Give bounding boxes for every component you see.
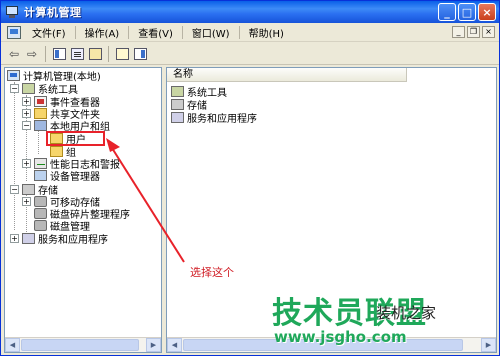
column-header-name[interactable]: 名称 (167, 68, 407, 82)
disk-management-icon (34, 220, 47, 231)
help-icon (115, 47, 129, 60)
removable-storage-icon (34, 196, 47, 207)
mdi-minimize-button[interactable]: _ (452, 26, 465, 38)
collapse-toggle[interactable]: − (22, 121, 31, 130)
computer-icon (7, 70, 20, 81)
expand-toggle[interactable]: + (22, 109, 31, 118)
menu-view[interactable]: 查看(V) (131, 25, 180, 40)
menu-window[interactable]: 窗口(W) (185, 25, 237, 40)
storage-icon (171, 99, 184, 110)
forward-arrow-icon[interactable]: ⇨ (23, 45, 41, 63)
menu-bar: 文件(F) 操作(A) 查看(V) 窗口(W) 帮助(H) _ ❐ × (1, 23, 499, 42)
mdi-restore-button[interactable]: ❐ (467, 26, 480, 38)
help-button[interactable] (113, 45, 131, 63)
mmc-icon[interactable] (7, 25, 21, 39)
watermark-subtitle: 装机之家 (376, 304, 437, 322)
scroll-left-icon[interactable]: ◀ (5, 338, 20, 352)
expand-toggle[interactable]: + (22, 97, 31, 106)
watermark: 技术员联盟 装机之家 www.jsgho.com (272, 288, 498, 352)
horizontal-scrollbar[interactable]: ◀ ▶ (5, 337, 161, 352)
menu-action[interactable]: 操作(A) (78, 25, 127, 40)
action-pane-icon (133, 47, 147, 60)
shared-folder-icon (34, 108, 47, 119)
show-tree-button[interactable] (50, 45, 68, 63)
highlight-box (46, 131, 105, 146)
menu-help[interactable]: 帮助(H) (242, 25, 291, 40)
expand-toggle[interactable]: + (10, 234, 19, 243)
tree-label: 设备管理器 (50, 172, 100, 183)
mdi-close-button[interactable]: × (482, 26, 495, 38)
tree-item-services-apps[interactable]: + 服务和应用程序 (10, 232, 108, 246)
menu-file[interactable]: 文件(F) (25, 25, 73, 40)
defrag-icon (34, 208, 47, 219)
window-title: 计算机管理 (24, 6, 82, 19)
collapse-toggle[interactable]: − (10, 84, 19, 93)
event-viewer-icon (34, 96, 47, 107)
system-tools-icon (171, 86, 184, 97)
collapse-toggle[interactable]: − (10, 185, 19, 194)
device-manager-icon (34, 170, 47, 181)
close-button[interactable]: × (478, 3, 496, 21)
watermark-url: www.jsgho.com (274, 328, 407, 346)
services-apps-icon (171, 112, 184, 123)
expand-toggle[interactable]: + (22, 159, 31, 168)
expand-toggle[interactable]: + (22, 197, 31, 206)
computer-management-icon (5, 5, 19, 19)
system-tools-icon (22, 83, 35, 94)
export-list-icon (88, 47, 102, 60)
properties-icon (70, 47, 84, 60)
export-list-button[interactable] (86, 45, 104, 63)
tree-item-device-manager[interactable]: 设备管理器 (34, 169, 100, 183)
scroll-thumb[interactable] (21, 339, 139, 351)
list-item[interactable]: 服务和应用程序 (171, 111, 257, 125)
list-item-label: 服务和应用程序 (187, 114, 257, 125)
performance-logs-icon (34, 158, 47, 169)
back-arrow-icon[interactable]: ⇦ (5, 45, 23, 63)
annotation-text: 选择这个 (190, 266, 234, 279)
toolbar: ⇦ ⇨ (1, 43, 499, 65)
console-tree-icon (52, 47, 66, 60)
tree-label: 服务和应用程序 (38, 235, 108, 246)
title-bar: 计算机管理 _ □ × (1, 1, 499, 23)
users-groups-icon (34, 120, 47, 131)
storage-icon (22, 184, 35, 195)
console-tree: 计算机管理(本地) − 系统工具 + 事件查看器 + 共享文件夹 − 本地用户和… (4, 67, 162, 353)
maximize-button[interactable]: □ (458, 3, 476, 21)
show-action-pane-button[interactable] (131, 45, 149, 63)
properties-button[interactable] (68, 45, 86, 63)
scroll-right-icon[interactable]: ▶ (146, 338, 161, 352)
minimize-button[interactable]: _ (438, 3, 456, 21)
services-apps-icon (22, 233, 35, 244)
scroll-left-icon[interactable]: ◀ (167, 338, 182, 352)
